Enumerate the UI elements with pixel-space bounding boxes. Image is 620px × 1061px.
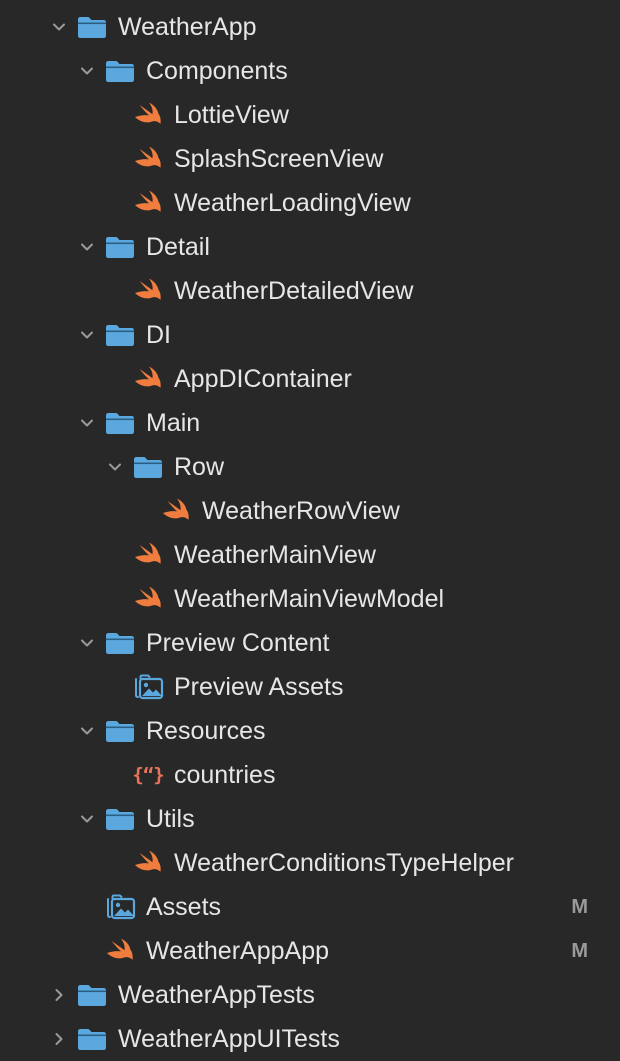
tree-item-label: Main xyxy=(146,409,201,437)
tree-item-label: Utils xyxy=(146,805,195,833)
swift-file-icon xyxy=(132,145,164,173)
tree-row-weatherconditionstypehelper[interactable]: WeatherConditionsTypeHelper xyxy=(0,841,620,885)
swift-file-icon xyxy=(132,365,164,393)
tree-row-weathermainviewmodel[interactable]: WeatherMainViewModel xyxy=(0,577,620,621)
tree-item-label: Resources xyxy=(146,717,266,745)
folder-icon xyxy=(104,57,136,85)
swift-file-icon xyxy=(132,277,164,305)
tree-item-label: WeatherAppApp xyxy=(146,937,329,965)
modified-badge: M xyxy=(571,940,588,962)
swift-file-icon xyxy=(104,937,136,965)
chevron-down-icon[interactable] xyxy=(78,414,96,432)
chevron-down-icon[interactable] xyxy=(78,238,96,256)
tree-item-label: WeatherMainViewModel xyxy=(174,585,445,613)
tree-row-assets[interactable]: Assets M xyxy=(0,885,620,929)
tree-item-label: AppDIContainer xyxy=(174,365,352,393)
tree-item-label: Components xyxy=(146,57,288,85)
folder-icon xyxy=(76,981,108,1009)
tree-item-label: Row xyxy=(174,453,225,481)
chevron-down-icon[interactable] xyxy=(78,62,96,80)
tree-item-label: WeatherDetailedView xyxy=(174,277,414,305)
tree-row-lottieview[interactable]: LottieView xyxy=(0,93,620,137)
folder-icon xyxy=(104,717,136,745)
tree-row-weatherappuitests[interactable]: WeatherAppUITests xyxy=(0,1017,620,1061)
tree-row-main[interactable]: Main xyxy=(0,401,620,445)
asset-catalog-icon xyxy=(104,893,136,921)
swift-file-icon xyxy=(132,101,164,129)
tree-item-label: WeatherMainView xyxy=(174,541,376,569)
tree-row-countries[interactable]: {“} countries xyxy=(0,753,620,797)
swift-file-icon xyxy=(132,849,164,877)
tree-item-label: countries xyxy=(174,761,276,789)
tree-row-weatherdetailedview[interactable]: WeatherDetailedView xyxy=(0,269,620,313)
tree-row-utils[interactable]: Utils xyxy=(0,797,620,841)
tree-item-label: Preview Content xyxy=(146,629,330,657)
tree-item-label: Preview Assets xyxy=(174,673,344,701)
tree-item-label: LottieView xyxy=(174,101,289,129)
folder-icon xyxy=(104,409,136,437)
modified-badge: M xyxy=(571,896,588,918)
swift-file-icon xyxy=(132,585,164,613)
tree-item-label: SplashScreenView xyxy=(174,145,384,173)
tree-row-resources[interactable]: Resources xyxy=(0,709,620,753)
tree-row-weatherapp[interactable]: WeatherApp xyxy=(0,5,620,49)
chevron-down-icon[interactable] xyxy=(106,458,124,476)
folder-icon xyxy=(132,453,164,481)
tree-row-weathermainview[interactable]: WeatherMainView xyxy=(0,533,620,577)
folder-icon xyxy=(104,629,136,657)
tree-item-label: Detail xyxy=(146,233,210,261)
project-navigator: WeatherApp Components LottieView SplashScre… xyxy=(0,5,620,1061)
folder-icon xyxy=(76,1025,108,1053)
tree-row-weatherapptests[interactable]: WeatherAppTests xyxy=(0,973,620,1017)
folder-icon xyxy=(104,233,136,261)
folder-icon xyxy=(104,805,136,833)
tree-item-label: WeatherConditionsTypeHelper xyxy=(174,849,515,877)
chevron-down-icon[interactable] xyxy=(78,634,96,652)
chevron-down-icon[interactable] xyxy=(78,722,96,740)
chevron-down-icon[interactable] xyxy=(78,810,96,828)
tree-row-weatherloadingview[interactable]: WeatherLoadingView xyxy=(0,181,620,225)
json-file-icon: {“} xyxy=(132,764,164,786)
tree-row-preview-content[interactable]: Preview Content xyxy=(0,621,620,665)
tree-item-label: WeatherApp xyxy=(118,13,257,41)
swift-file-icon xyxy=(132,189,164,217)
swift-file-icon xyxy=(132,541,164,569)
tree-row-row[interactable]: Row xyxy=(0,445,620,489)
tree-row-splashscreenview[interactable]: SplashScreenView xyxy=(0,137,620,181)
chevron-right-icon[interactable] xyxy=(50,986,68,1004)
tree-item-label: WeatherLoadingView xyxy=(174,189,411,217)
tree-row-appdicontainer[interactable]: AppDIContainer xyxy=(0,357,620,401)
tree-item-label: Assets xyxy=(146,893,222,921)
tree-item-label: WeatherAppUITests xyxy=(118,1025,340,1053)
tree-row-preview-assets[interactable]: Preview Assets xyxy=(0,665,620,709)
tree-row-components[interactable]: Components xyxy=(0,49,620,93)
tree-item-label: WeatherRowView xyxy=(202,497,400,525)
tree-item-label: DI xyxy=(146,321,171,349)
chevron-down-icon[interactable] xyxy=(78,326,96,344)
folder-icon xyxy=(76,13,108,41)
tree-row-di[interactable]: DI xyxy=(0,313,620,357)
asset-catalog-icon xyxy=(132,673,164,701)
tree-row-detail[interactable]: Detail xyxy=(0,225,620,269)
chevron-down-icon[interactable] xyxy=(50,18,68,36)
swift-file-icon xyxy=(160,497,192,525)
tree-row-weatherappapp[interactable]: WeatherAppApp M xyxy=(0,929,620,973)
tree-item-label: WeatherAppTests xyxy=(118,981,315,1009)
chevron-right-icon[interactable] xyxy=(50,1030,68,1048)
folder-icon xyxy=(104,321,136,349)
tree-row-weatherrowview[interactable]: WeatherRowView xyxy=(0,489,620,533)
